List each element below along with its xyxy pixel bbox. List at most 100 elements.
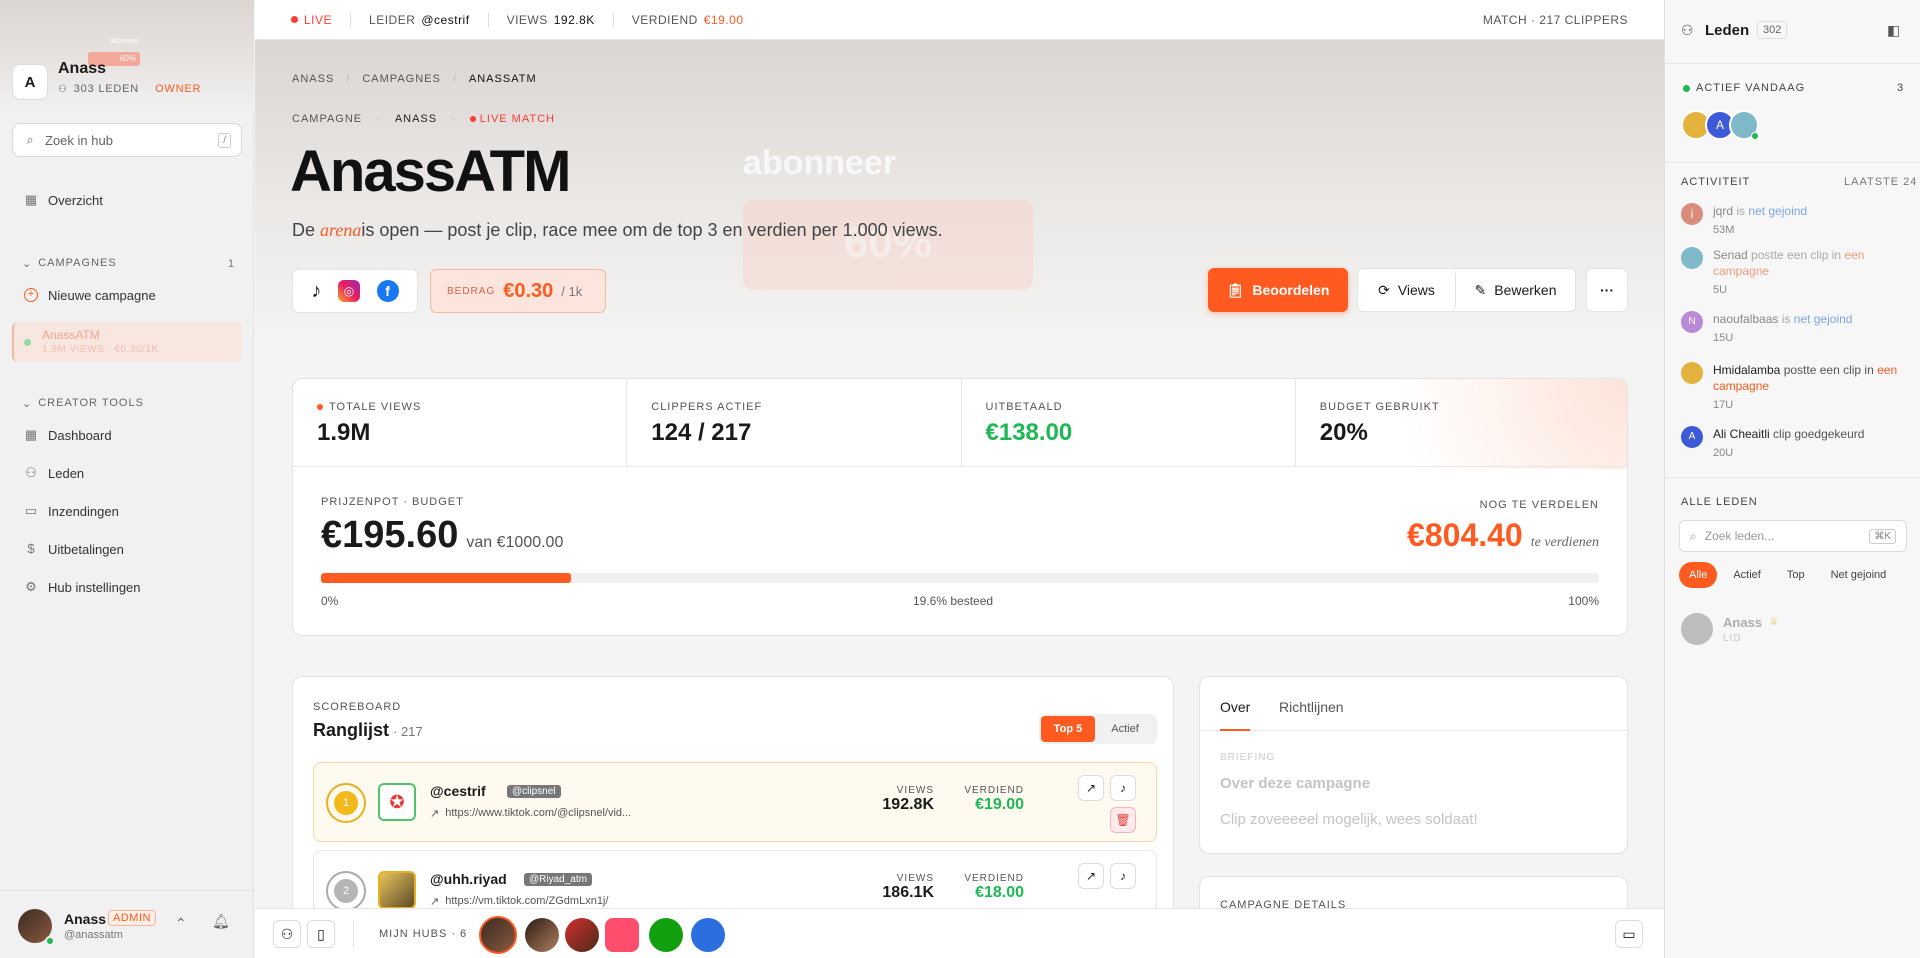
- hub-avatar[interactable]: [479, 916, 517, 954]
- hub-avatar[interactable]: [605, 918, 639, 952]
- hub-avatar[interactable]: A: [12, 64, 48, 100]
- stat-dot: [317, 404, 323, 410]
- hub-search[interactable]: ⌕ Zoek in hub /: [12, 123, 242, 157]
- stat-value: €138.00: [985, 419, 1073, 446]
- stat-total-views: TOTALE VIEWS 1.9M: [293, 379, 628, 466]
- tab-active[interactable]: Actief: [1095, 716, 1155, 742]
- hub-avatar[interactable]: [565, 918, 599, 952]
- filter-top[interactable]: Top: [1777, 562, 1815, 588]
- campaign-name: AnassATM: [42, 328, 100, 342]
- stats-card: TOTALE VIEWS 1.9M CLIPPERS ACTIEF 124 / …: [292, 378, 1628, 636]
- instagram-icon[interactable]: ◎: [337, 280, 360, 302]
- book-icon[interactable]: ▯: [307, 920, 335, 948]
- hub-avatar[interactable]: [525, 918, 559, 952]
- user-footer: Anass ADMIN @anassatm ⌃ 🔔︎: [0, 890, 254, 958]
- active-count: 3: [1897, 82, 1904, 94]
- table-row[interactable]: 1 ✪ @cestrif @clipsnel ↗ https://www.tikt…: [313, 762, 1157, 842]
- earned-label: VERDIEND: [631, 12, 698, 27]
- sidebar-item-settings[interactable]: ⚙ Hub instellingen: [12, 570, 242, 604]
- row-name[interactable]: @cestrif: [430, 783, 486, 799]
- filter-active[interactable]: Actief: [1723, 562, 1771, 588]
- refresh-icon: ⟳: [1378, 281, 1390, 298]
- member-search[interactable]: ⌕ Zoek leden... ⌘K: [1679, 520, 1907, 552]
- tab-over[interactable]: Over: [1220, 699, 1251, 731]
- activity-user: Senad: [1713, 248, 1748, 262]
- dollar-icon: $: [27, 541, 35, 556]
- creator-tools-section[interactable]: ⌄ CREATOR TOOLS: [22, 397, 144, 410]
- activity-user: naoufalbaas: [1713, 312, 1779, 326]
- hub-name[interactable]: Anass: [58, 60, 106, 78]
- external-link-icon[interactable]: ↗: [1078, 775, 1104, 801]
- row-link[interactable]: ↗ https://vm.tiktok.com/ZGdmLxn1j/: [430, 895, 608, 908]
- leader-label: LEIDER: [369, 12, 416, 27]
- hub-avatar[interactable]: [691, 918, 725, 952]
- tiktok-icon[interactable]: ♪: [1110, 863, 1136, 889]
- meta-campaign: CAMPAGNE: [292, 113, 363, 125]
- stats-row: TOTALE VIEWS 1.9M CLIPPERS ACTIEF 124 / …: [293, 379, 1627, 467]
- review-button[interactable]: 📋︎ Beoordelen: [1208, 268, 1348, 312]
- sidebar-item-overview[interactable]: ▦ Overzicht: [12, 183, 242, 217]
- page-subtitle: De arenais open — post je clip, race mee…: [292, 220, 943, 241]
- filter-all[interactable]: Alle: [1679, 562, 1718, 588]
- meta-hub: ANASS: [394, 113, 438, 125]
- activity-time: 15U: [1713, 332, 1734, 344]
- views-button[interactable]: ⟳ Views: [1358, 269, 1456, 311]
- breadcrumb-campaigns[interactable]: CAMPAGNES: [362, 73, 440, 85]
- stat-value: 1.9M: [317, 419, 371, 446]
- new-campaign-button[interactable]: + Nieuwe campagne: [12, 278, 242, 312]
- chevron-up-icon[interactable]: ⌃: [175, 915, 187, 932]
- search-icon: ⌕: [1690, 528, 1697, 543]
- activity-item[interactable]: Hmidalamba postte een clip in een campag…: [1681, 362, 1911, 413]
- user-icon[interactable]: ⚇: [273, 920, 301, 948]
- sidebar-item-dashboard[interactable]: ▦ Dashboard: [12, 418, 242, 452]
- tiktok-icon[interactable]: ♪: [1110, 775, 1136, 801]
- member-row[interactable]: Anass ♛ LID: [1681, 613, 1907, 649]
- tab-rules[interactable]: Richtlijnen: [1279, 699, 1344, 715]
- filter-new[interactable]: Net gejoind: [1821, 562, 1897, 588]
- active-today-label: ACTIEF VANDAAG: [1683, 82, 1805, 94]
- hub-avatar[interactable]: [649, 918, 683, 952]
- sidebar-item-payouts[interactable]: $ Uitbetalingen: [12, 532, 242, 566]
- rank-badge: 2: [326, 871, 366, 911]
- collapse-panel-icon[interactable]: ◧: [1887, 22, 1900, 39]
- tiktok-icon[interactable]: ♪: [311, 280, 321, 303]
- active-label-text: ACTIEF VANDAAG: [1696, 82, 1806, 94]
- chat-icon[interactable]: ▭: [1615, 920, 1643, 948]
- about-text: Clip zoveeeeel mogelijk, wees soldaat!: [1220, 811, 1478, 828]
- row-link[interactable]: ↗ https://www.tiktok.com/@clipsnel/vid...: [430, 807, 631, 820]
- activity-item[interactable]: j jqrd is net gejoind 53M: [1681, 203, 1911, 238]
- breadcrumb-hub[interactable]: ANASS: [292, 73, 334, 85]
- tool-label: Uitbetalingen: [48, 541, 124, 557]
- activity-verb: is: [1778, 312, 1794, 326]
- hubs-label: MIJN HUBS · 6: [379, 928, 468, 940]
- activity-item[interactable]: Nnaoufalbaas is net gejoind 15U: [1681, 311, 1911, 346]
- views-value: 186.1K: [882, 884, 934, 901]
- ranking-count: · 217: [393, 724, 423, 739]
- sidebar-item-members[interactable]: ⚇ Leden: [12, 456, 242, 490]
- activity-item[interactable]: Senad postte een clip in een campagne 5U: [1681, 247, 1911, 298]
- more-button[interactable]: ···: [1586, 268, 1628, 312]
- sidebar-item-campaign[interactable]: AnassATM 1.9M VIEWS · €0.30/1K: [12, 322, 242, 362]
- stat-paid: UITBETAALD €138.00: [962, 379, 1296, 466]
- breadcrumb-current: ANASSATM: [468, 73, 537, 85]
- activity-item[interactable]: A Ali Cheaitli clip goedgekeurd 20U: [1681, 426, 1911, 461]
- trash-icon[interactable]: 🗑︎: [1110, 807, 1136, 833]
- activity-time: 53M: [1713, 224, 1735, 236]
- row-name[interactable]: @uhh.riyad: [430, 871, 507, 887]
- row-views: VIEWS 186.1K: [874, 873, 934, 902]
- bell-icon[interactable]: 🔔︎: [212, 913, 230, 930]
- external-link-icon[interactable]: ↗: [1078, 863, 1104, 889]
- campaigns-section[interactable]: ⌄ CAMPAGNES: [22, 257, 117, 270]
- tool-label: Inzendingen: [48, 503, 119, 519]
- tab-top5[interactable]: Top 5: [1041, 716, 1095, 742]
- activity-time: 5U: [1713, 284, 1728, 296]
- edit-button[interactable]: ✎ Bewerken: [1456, 269, 1575, 311]
- sidebar-item-submissions[interactable]: ▭ Inzendingen: [12, 494, 242, 528]
- earned-value: €18.00: [975, 884, 1024, 901]
- sidebar: 60% abonneer A Anass ⚇ 303 LEDEN OWNER ⌕…: [0, 0, 254, 958]
- row-tag: @Riyad_atm: [524, 873, 592, 886]
- activity-link: net gejoind: [1793, 312, 1853, 326]
- live-topbar: LIVE LEIDER @cestrif VIEWS 192.8K VERDIE…: [255, 0, 1664, 40]
- facebook-icon[interactable]: f: [376, 280, 399, 302]
- activity-user: Ali Cheaitli: [1713, 427, 1770, 441]
